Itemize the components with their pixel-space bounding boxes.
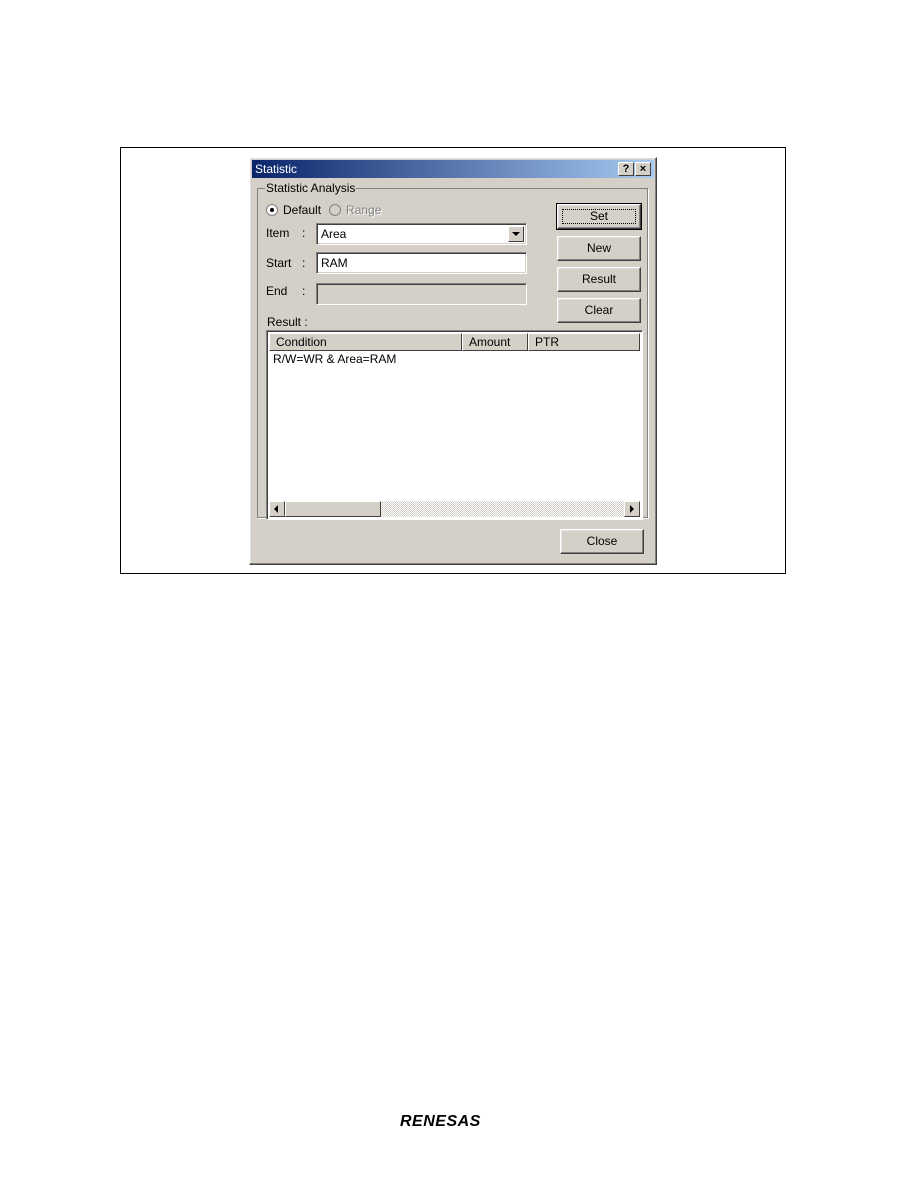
result-label: Result :: [267, 315, 308, 329]
column-header-amount[interactable]: Amount: [462, 333, 528, 351]
start-colon: :: [302, 256, 306, 270]
new-button[interactable]: New: [557, 236, 641, 261]
focus-rect: [562, 209, 636, 224]
group-title: Statistic Analysis: [265, 181, 357, 195]
scrollbar-thumb[interactable]: [285, 501, 381, 517]
range-radio: [329, 204, 342, 216]
chevron-down-icon[interactable]: [508, 226, 524, 242]
close-window-button[interactable]: ×: [635, 162, 651, 176]
statistic-dialog: Statistic ? × Statistic Analysis Default…: [249, 157, 657, 565]
column-header-ptr[interactable]: PTR: [528, 333, 640, 351]
dialog-title: Statistic: [255, 162, 298, 176]
range-radio-label: Range: [346, 203, 382, 217]
column-header-condition[interactable]: Condition: [269, 333, 462, 351]
mode-radio-group: Default Range: [266, 202, 389, 218]
item-colon: :: [302, 226, 306, 240]
default-radio-label[interactable]: Default: [283, 203, 321, 217]
help-button[interactable]: ?: [618, 162, 634, 176]
row-condition: R/W=WR & Area=RAM: [273, 352, 397, 366]
result-button[interactable]: Result: [557, 267, 641, 292]
start-label: Start: [266, 256, 292, 270]
list-item[interactable]: R/W=WR & Area=RAM: [273, 352, 396, 366]
item-select[interactable]: Area: [316, 223, 527, 245]
result-list[interactable]: Condition Amount PTR R/W=WR & Area=RAM: [266, 330, 643, 520]
start-input[interactable]: RAM: [316, 252, 527, 274]
horizontal-scrollbar[interactable]: [269, 501, 640, 517]
end-label: End: [266, 284, 288, 298]
item-select-value: Area: [321, 227, 347, 241]
scroll-left-icon[interactable]: [269, 501, 285, 517]
clear-button[interactable]: Clear: [557, 298, 641, 323]
end-colon: :: [302, 284, 306, 298]
title-bar[interactable]: Statistic ? ×: [252, 160, 654, 178]
renesas-logo: RENESAS: [400, 1113, 481, 1130]
default-radio[interactable]: [266, 204, 278, 216]
close-button[interactable]: Close: [560, 529, 644, 554]
list-header: Condition Amount PTR: [269, 333, 640, 351]
set-button[interactable]: Set: [556, 203, 642, 230]
item-label: Item: [266, 226, 290, 240]
scroll-right-icon[interactable]: [624, 501, 640, 517]
end-input: [316, 283, 527, 305]
